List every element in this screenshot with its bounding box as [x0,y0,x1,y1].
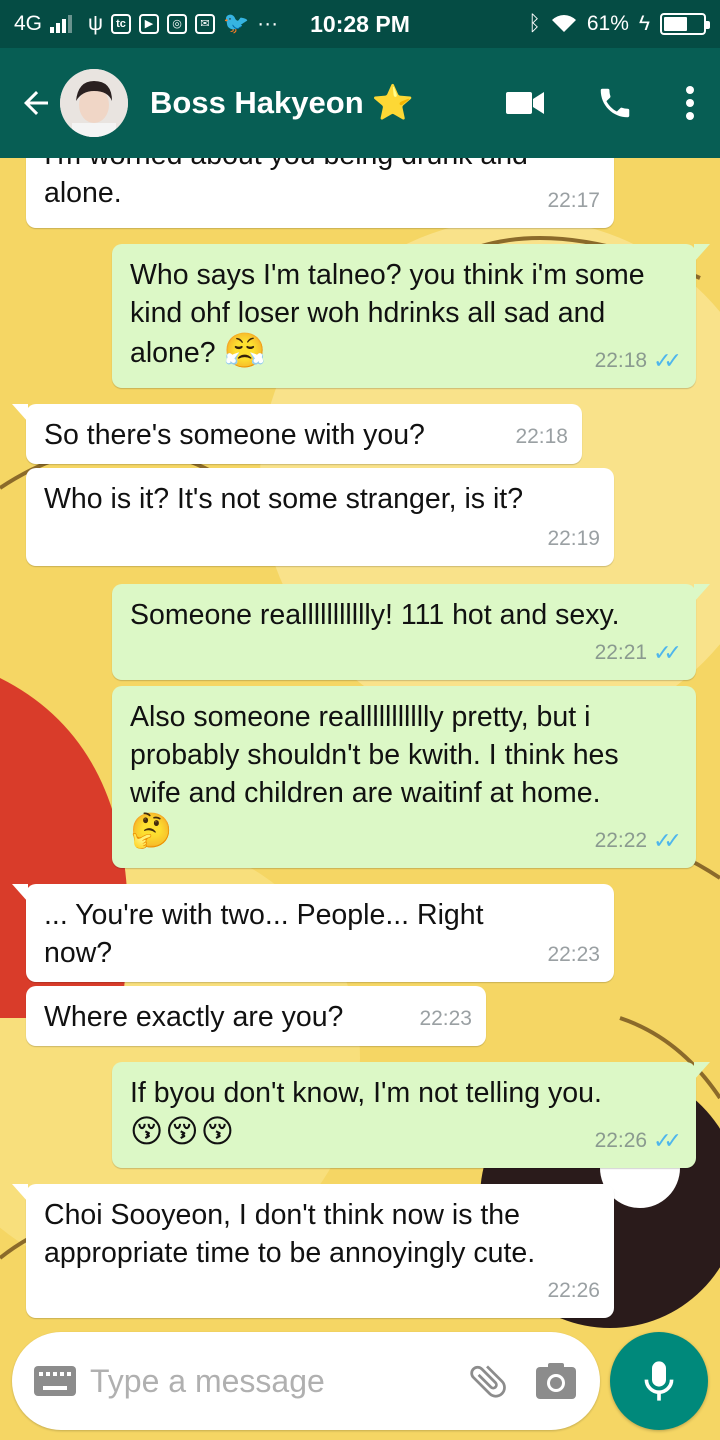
message-text-content: Who says I'm talneo? you think i'm some … [130,259,645,369]
read-receipt-icon: ✓✓ [653,828,682,853]
instagram-icon: ◎ [167,14,187,34]
arrow-left-icon [24,91,48,115]
message-time: 22:23 [419,1007,472,1030]
read-receipt-icon: ✓✓ [653,640,682,665]
read-receipt-icon: ✓✓ [653,348,682,373]
message-bubble-incoming[interactable]: So there's someone with you? 22:18 [12,404,582,464]
header-actions [480,73,720,133]
contact-name: Boss Hakyeon [150,85,364,120]
signal-icon [50,15,73,33]
message-text-content: Also someone reallllllllllly pretty, but… [130,701,619,809]
message-text: Choi Sooyeon, I don't think now is the a… [44,1199,536,1269]
message-bubble-outgoing[interactable]: Someone reallllllllllly! 111 hot and sex… [112,584,710,680]
message-text: So there's someone with you? [44,419,425,451]
wifi-icon [551,15,576,32]
contact-avatar[interactable] [60,69,128,137]
charging-icon: ϟ [638,12,650,35]
paperclip-icon [470,1365,506,1398]
message-time: 22:18 [594,349,648,372]
message-bubble-outgoing[interactable]: If byou don't know, I'm not telling you.… [112,1062,710,1168]
phone-icon [600,88,630,118]
emoji-thinking-icon: 🤔 [130,812,173,850]
message-meta: 22:21 ✓✓ [595,634,682,672]
message-meta: 22:26 ✓✓ [595,1122,682,1160]
more-vert-icon [686,86,694,120]
message-text: Someone reallllllllllly! 111 hot and sex… [130,599,620,631]
message-meta: 22:17 [547,182,600,220]
message-text: Also someone reallllllllllly pretty, but… [130,698,650,852]
status-left: 4G ψ tc ▶ ◎ ✉ 🐦 ··· [14,12,278,36]
message-time: 22:26 [547,1279,600,1302]
video-call-icon [506,92,544,114]
app-notification-icon: tc [111,14,131,34]
camera-button[interactable] [532,1357,580,1405]
message-bubble-outgoing[interactable]: Also someone reallllllllllly pretty, but… [112,686,696,868]
message-meta: 22:18 ✓✓ [595,342,682,380]
message-meta: 22:23 [419,1000,472,1038]
chat-area[interactable]: I'm worried about you being drunk and al… [0,158,720,1440]
emoji-steam-icon: 😤 [223,332,266,370]
star-emoji: ⭐ [371,84,414,122]
back-button[interactable] [16,83,56,123]
message-bubble-outgoing[interactable]: Who says I'm talneo? you think i'm some … [112,244,710,388]
message-bubble-incoming[interactable]: ... You're with two... People... Right n… [12,884,614,982]
message-bubble-incoming[interactable]: I'm worried about you being drunk and al… [26,158,614,228]
message-bubble-incoming[interactable]: Who is it? It's not some stranger, is it… [26,468,614,566]
message-time: 22:23 [547,943,600,966]
message-text: ... You're with two... People... Right n… [44,899,484,969]
message-text: Who is it? It's not some stranger, is it… [44,483,524,515]
status-right: ᛒ 61% ϟ [528,12,710,36]
message-bubble-incoming[interactable]: Where exactly are you? 22:23 [26,986,486,1046]
message-text: Where exactly are you? [44,1001,344,1033]
message-bubble-incoming[interactable]: Choi Sooyeon, I don't think now is the a… [12,1184,614,1318]
message-meta: 22:19 [547,520,600,558]
message-time: 22:22 [594,829,648,852]
youtube-icon: ▶ [139,14,159,34]
microphone-icon [644,1361,674,1401]
voice-message-button[interactable] [610,1332,708,1430]
status-bar: 4G ψ tc ▶ ◎ ✉ 🐦 ··· 10:28 PM ᛒ 61% ϟ [0,0,720,48]
message-meta: 22:18 [515,418,568,456]
message-text: I'm worried about you being drunk and al… [44,158,528,209]
mail-icon: ✉ [195,14,215,34]
message-time: 22:26 [594,1129,648,1152]
message-time: 22:21 [594,641,648,664]
message-text-content: If byou don't know, I'm not telling you. [130,1077,602,1109]
contact-name-group[interactable]: Boss Hakyeon ⭐ [150,85,414,121]
avatar-image [60,69,128,137]
chat-header: Boss Hakyeon ⭐ [0,48,720,158]
message-time: 22:18 [515,425,568,448]
battery-fill [664,17,687,31]
usb-icon: ψ [88,12,103,35]
twitter-icon: 🐦 [223,12,250,35]
message-meta: 22:26 [547,1272,600,1310]
message-meta: 22:23 [547,936,600,974]
bluetooth-icon: ᛒ [528,12,541,35]
battery-percent: 61% [586,12,629,35]
keyboard-icon[interactable] [34,1366,76,1396]
video-call-button[interactable] [480,73,570,133]
menu-button[interactable] [660,73,720,133]
message-input[interactable] [90,1362,430,1400]
voice-call-button[interactable] [570,73,660,133]
message-text: Who says I'm talneo? you think i'm some … [130,256,650,372]
network-label: 4G [14,12,43,35]
message-composer [12,1332,600,1430]
attach-button[interactable] [464,1357,512,1405]
message-meta: 22:22 ✓✓ [595,822,682,860]
battery-icon [660,13,710,35]
message-time: 22:17 [547,189,600,212]
message-time: 22:19 [547,527,600,550]
more-notifications-icon: ··· [257,12,279,35]
read-receipt-icon: ✓✓ [653,1128,682,1153]
camera-icon [536,1363,576,1399]
